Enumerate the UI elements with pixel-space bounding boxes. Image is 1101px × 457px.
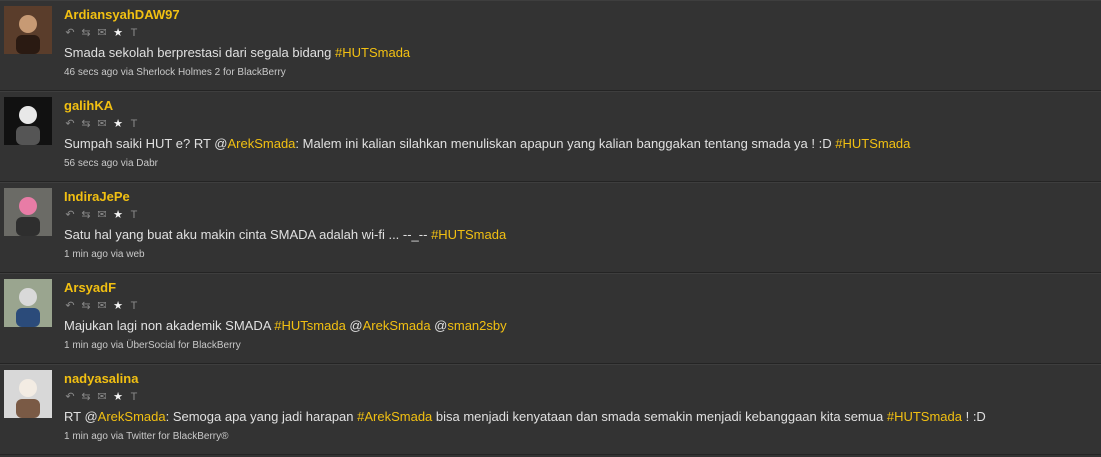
- direct-message-icon[interactable]: ✉: [96, 209, 108, 221]
- avatar-image: [4, 6, 52, 54]
- direct-message-icon[interactable]: ✉: [96, 27, 108, 39]
- translate-icon[interactable]: T: [128, 118, 140, 130]
- mention-link[interactable]: ArekSmada: [363, 318, 431, 333]
- tweet-text-segment: @: [430, 318, 448, 333]
- tweet-actions: ↶ ⇆ ✉ ★ T: [64, 208, 1091, 221]
- tweet-meta: 1 min ago via ÜberSocial for BlackBerry: [64, 340, 1091, 352]
- timestamp-link[interactable]: 1 min ago: [64, 249, 108, 260]
- reply-icon[interactable]: ↶: [64, 391, 76, 403]
- tweet-meta: 1 min ago via web: [64, 249, 1091, 261]
- mention-link[interactable]: ArekSmada: [98, 409, 166, 424]
- tweet-content: ArdiansyahDAW97 ↶ ⇆ ✉ ★ T Smada sekolah …: [64, 7, 1091, 79]
- via-source: via web: [110, 249, 145, 260]
- username-link[interactable]: nadyasalina: [64, 371, 1091, 387]
- tweet-item: galihKA ↶ ⇆ ✉ ★ T Sumpah saiki HUT e? RT…: [0, 91, 1101, 182]
- translate-icon[interactable]: T: [128, 300, 140, 312]
- tweet-text-segment: Satu hal yang buat aku makin cinta SMADA…: [64, 227, 432, 242]
- retweet-icon[interactable]: ⇆: [80, 118, 92, 130]
- timestamp-link[interactable]: 46 secs ago: [64, 67, 118, 78]
- avatar-image: [4, 188, 52, 236]
- tweet-content: nadyasalina ↶ ⇆ ✉ ★ T RT @ArekSmada: Sem…: [64, 371, 1091, 443]
- retweet-icon[interactable]: ⇆: [80, 391, 92, 403]
- tweet-content: galihKA ↶ ⇆ ✉ ★ T Sumpah saiki HUT e? RT…: [64, 98, 1091, 170]
- hashtag-link[interactable]: #HUTsmada: [274, 318, 346, 333]
- reply-icon[interactable]: ↶: [64, 27, 76, 39]
- tweet-text: Sumpah saiki HUT e? RT @ArekSmada: Malem…: [64, 136, 1091, 152]
- favorite-star-icon[interactable]: ★: [112, 209, 124, 221]
- tweet-item: ArsyadF ↶ ⇆ ✉ ★ T Majukan lagi non akade…: [0, 273, 1101, 364]
- direct-message-icon[interactable]: ✉: [96, 391, 108, 403]
- tweet-actions: ↶ ⇆ ✉ ★ T: [64, 26, 1091, 39]
- via-source: via Dabr: [120, 158, 158, 169]
- translate-icon[interactable]: T: [128, 27, 140, 39]
- tweet-actions: ↶ ⇆ ✉ ★ T: [64, 299, 1091, 312]
- username-link[interactable]: ArsyadF: [64, 280, 1091, 296]
- tweet-text-segment: Smada sekolah berprestasi dari segala bi…: [64, 45, 336, 60]
- via-source: via Twitter for BlackBerry®: [110, 431, 229, 442]
- username-link[interactable]: IndiraJePe: [64, 189, 1091, 205]
- via-source: via Sherlock Holmes 2 for BlackBerry: [120, 67, 286, 78]
- mention-link[interactable]: ArekSmada: [227, 136, 295, 151]
- tweet-actions: ↶ ⇆ ✉ ★ T: [64, 390, 1091, 403]
- tweet-text: RT @ArekSmada: Semoga apa yang jadi hara…: [64, 409, 1091, 425]
- tweet-text-segment: : Malem ini kalian silahkan menuliskan a…: [295, 136, 836, 151]
- timestamp-link[interactable]: 1 min ago: [64, 340, 108, 351]
- retweet-icon[interactable]: ⇆: [80, 27, 92, 39]
- tweet-text-segment: @: [345, 318, 363, 333]
- translate-icon[interactable]: T: [128, 209, 140, 221]
- tweet-meta: 1 min ago via Twitter for BlackBerry®: [64, 431, 1091, 443]
- hashtag-link[interactable]: #ArekSmada: [357, 409, 432, 424]
- hashtag-link[interactable]: #HUTSmada: [835, 136, 910, 151]
- retweet-icon[interactable]: ⇆: [80, 300, 92, 312]
- avatar[interactable]: [4, 279, 52, 327]
- tweet-text: Smada sekolah berprestasi dari segala bi…: [64, 45, 1091, 61]
- username-link[interactable]: ArdiansyahDAW97: [64, 7, 1091, 23]
- tweet-actions: ↶ ⇆ ✉ ★ T: [64, 117, 1091, 130]
- favorite-star-icon[interactable]: ★: [112, 391, 124, 403]
- avatar-image: [4, 279, 52, 327]
- timeline: ArdiansyahDAW97 ↶ ⇆ ✉ ★ T Smada sekolah …: [0, 0, 1101, 455]
- favorite-star-icon[interactable]: ★: [112, 27, 124, 39]
- tweet-text: Majukan lagi non akademik SMADA #HUTsmad…: [64, 318, 1091, 334]
- tweet-text-segment: RT @: [64, 409, 98, 424]
- reply-icon[interactable]: ↶: [64, 209, 76, 221]
- timestamp-link[interactable]: 56 secs ago: [64, 158, 118, 169]
- reply-icon[interactable]: ↶: [64, 300, 76, 312]
- mention-link[interactable]: sman2sby: [447, 318, 506, 333]
- avatar[interactable]: [4, 97, 52, 145]
- tweet-item: IndiraJePe ↶ ⇆ ✉ ★ T Satu hal yang buat …: [0, 182, 1101, 273]
- tweet-text: Satu hal yang buat aku makin cinta SMADA…: [64, 227, 1091, 243]
- tweet-text-segment: Majukan lagi non akademik SMADA: [64, 318, 275, 333]
- timestamp-link[interactable]: 1 min ago: [64, 431, 108, 442]
- tweet-content: ArsyadF ↶ ⇆ ✉ ★ T Majukan lagi non akade…: [64, 280, 1091, 352]
- tweet-text-segment: : Semoga apa yang jadi harapan: [165, 409, 358, 424]
- tweet-meta: 46 secs ago via Sherlock Holmes 2 for Bl…: [64, 67, 1091, 79]
- hashtag-link[interactable]: #HUTSmada: [887, 409, 962, 424]
- direct-message-icon[interactable]: ✉: [96, 118, 108, 130]
- translate-icon[interactable]: T: [128, 391, 140, 403]
- reply-icon[interactable]: ↶: [64, 118, 76, 130]
- tweet-item: ArdiansyahDAW97 ↶ ⇆ ✉ ★ T Smada sekolah …: [0, 0, 1101, 91]
- tweet-item: nadyasalina ↶ ⇆ ✉ ★ T RT @ArekSmada: Sem…: [0, 364, 1101, 455]
- tweet-meta: 56 secs ago via Dabr: [64, 158, 1091, 170]
- avatar[interactable]: [4, 6, 52, 54]
- retweet-icon[interactable]: ⇆: [80, 209, 92, 221]
- hashtag-link[interactable]: #HUTSmada: [431, 227, 506, 242]
- direct-message-icon[interactable]: ✉: [96, 300, 108, 312]
- avatar-image: [4, 97, 52, 145]
- tweet-text-segment: ! :D: [961, 409, 986, 424]
- tweet-text-segment: Sumpah saiki HUT e? RT @: [64, 136, 228, 151]
- avatar[interactable]: [4, 370, 52, 418]
- favorite-star-icon[interactable]: ★: [112, 300, 124, 312]
- username-link[interactable]: galihKA: [64, 98, 1091, 114]
- avatar[interactable]: [4, 188, 52, 236]
- tweet-content: IndiraJePe ↶ ⇆ ✉ ★ T Satu hal yang buat …: [64, 189, 1091, 261]
- hashtag-link[interactable]: #HUTSmada: [335, 45, 410, 60]
- avatar-image: [4, 370, 52, 418]
- via-source: via ÜberSocial for BlackBerry: [110, 340, 241, 351]
- favorite-star-icon[interactable]: ★: [112, 118, 124, 130]
- tweet-text-segment: bisa menjadi kenyataan dan smada semakin…: [432, 409, 887, 424]
